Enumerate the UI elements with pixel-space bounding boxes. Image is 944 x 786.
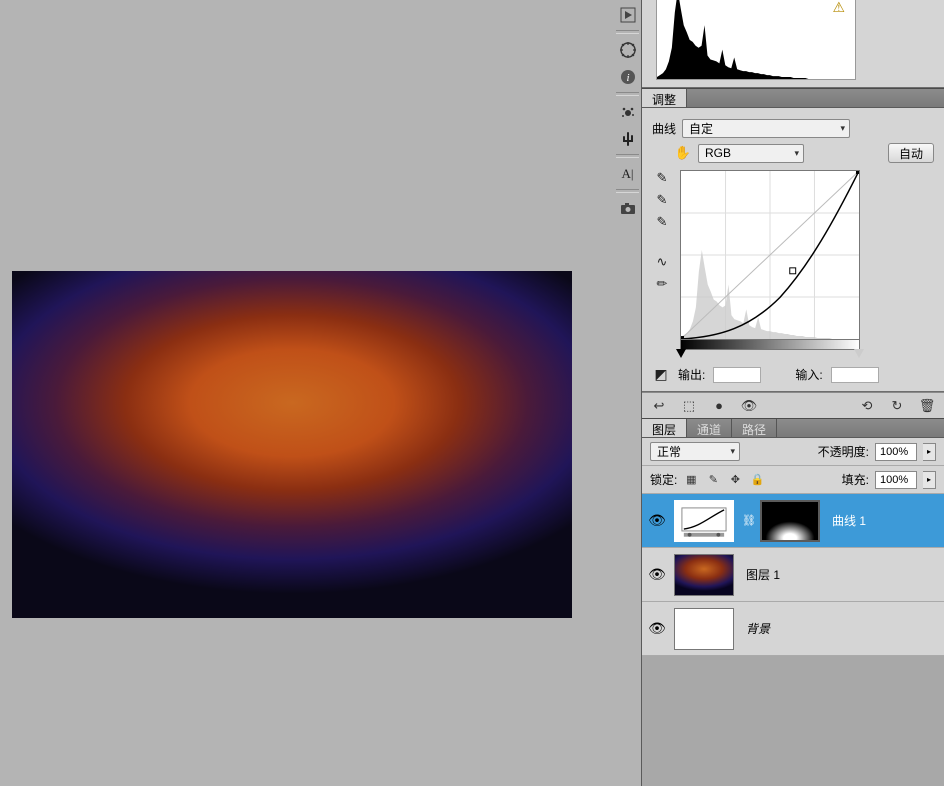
eyedropper-black-icon[interactable]: ✎	[653, 170, 671, 186]
layer-name[interactable]: 背景	[746, 620, 770, 637]
blend-mode-dropdown[interactable]: 正常	[650, 442, 740, 461]
eyedropper-white-icon[interactable]: ✎	[653, 214, 671, 230]
histogram-panel: ⚠	[642, 0, 944, 88]
tab-adjustments[interactable]: 调整	[642, 89, 687, 107]
curves-label: 曲线	[652, 120, 676, 137]
opacity-label: 不透明度:	[818, 443, 869, 460]
layer-thumb[interactable]	[674, 608, 734, 650]
compass-icon[interactable]	[615, 37, 640, 62]
collapsed-dock: i A|	[614, 0, 641, 786]
finger-icon[interactable]: ✋	[674, 145, 692, 161]
splatter-icon[interactable]	[615, 99, 640, 124]
layer-name[interactable]: 曲线 1	[832, 512, 866, 529]
cactus-icon[interactable]	[615, 126, 640, 151]
lock-all-icon[interactable]: 🔒	[749, 472, 765, 488]
channel-dropdown[interactable]: RGB	[698, 144, 804, 163]
reset-icon[interactable]: ↻	[888, 397, 906, 415]
pencil-icon[interactable]: ✏	[653, 276, 671, 292]
mask-thumb[interactable]	[760, 500, 820, 542]
opacity-flyout[interactable]: ▸	[923, 443, 936, 461]
clip-icon[interactable]: ●	[710, 397, 728, 415]
camera-icon[interactable]	[615, 196, 640, 221]
output-label: 输出:	[678, 366, 705, 383]
expand-icon[interactable]: ⬚	[680, 397, 698, 415]
lock-position-icon[interactable]: ✥	[727, 472, 743, 488]
levels-icon[interactable]: ◩	[652, 367, 670, 383]
input-ramp[interactable]	[680, 340, 860, 350]
adjustments-panel: 曲线 自定 ✋ RGB 自动 ✎ ✎ ✎ ∿ ✏	[642, 108, 944, 392]
play-icon[interactable]	[615, 2, 640, 27]
fill-flyout[interactable]: ▸	[923, 471, 936, 489]
preset-dropdown[interactable]: 自定	[682, 119, 850, 138]
layer-row-layer1[interactable]: 👁 图层 1	[642, 548, 944, 602]
link-icon[interactable]: ⛓	[742, 514, 752, 527]
layer-thumb[interactable]	[674, 554, 734, 596]
output-field[interactable]	[713, 367, 761, 383]
eye-icon[interactable]: 👁	[648, 512, 666, 530]
eye-icon[interactable]: 👁	[648, 620, 666, 638]
lock-label: 锁定:	[650, 471, 677, 488]
input-field[interactable]	[831, 367, 879, 383]
tab-channels[interactable]: 通道	[687, 419, 732, 437]
tab-paths[interactable]: 路径	[732, 419, 777, 437]
adjustment-thumb[interactable]	[674, 500, 734, 542]
curve-graph[interactable]	[680, 170, 860, 340]
lock-pixels-icon[interactable]: ✎	[705, 472, 721, 488]
opacity-field[interactable]: 100%	[875, 443, 917, 461]
svg-text:i: i	[626, 72, 629, 84]
eyedropper-gray-icon[interactable]: ✎	[653, 192, 671, 208]
character-icon[interactable]: A|	[615, 161, 640, 186]
info-icon[interactable]: i	[615, 64, 640, 89]
adjustments-footer: ↩ ⬚ ● 👁 ⟲ ↻ 🗑	[642, 392, 944, 418]
layers-panel: 正常 不透明度: 100% ▸ 锁定: ▦ ✎ ✥ 🔒 填充: 100% ▸ 👁	[642, 438, 944, 656]
input-label: 输入:	[795, 366, 822, 383]
auto-button[interactable]: 自动	[888, 143, 934, 163]
lock-transparent-icon[interactable]: ▦	[683, 472, 699, 488]
histogram-display[interactable]: ⚠	[656, 0, 856, 80]
layer-row-background[interactable]: 👁 背景	[642, 602, 944, 656]
eye-icon[interactable]: 👁	[648, 566, 666, 584]
trash-icon[interactable]: 🗑	[918, 397, 936, 415]
tab-layers[interactable]: 图层	[642, 419, 687, 437]
right-panels: ⚠ 调整 曲线 自定 ✋ RGB 自动 ✎ ✎ ✎ ∿ ✏	[641, 0, 944, 786]
fill-label: 填充:	[842, 471, 869, 488]
layer-name[interactable]: 图层 1	[746, 566, 780, 583]
visibility-icon[interactable]: 👁	[740, 397, 758, 415]
black-point-slider[interactable]	[676, 349, 686, 358]
document-canvas[interactable]	[12, 271, 572, 618]
prev-icon[interactable]: ⟲	[858, 397, 876, 415]
fill-field[interactable]: 100%	[875, 471, 917, 489]
return-icon[interactable]: ↩	[650, 397, 668, 415]
layer-row-curves1[interactable]: 👁 ⛓ 曲线 1	[642, 494, 944, 548]
curve-edit-icon[interactable]: ∿	[653, 254, 671, 270]
white-point-slider[interactable]	[854, 349, 864, 358]
